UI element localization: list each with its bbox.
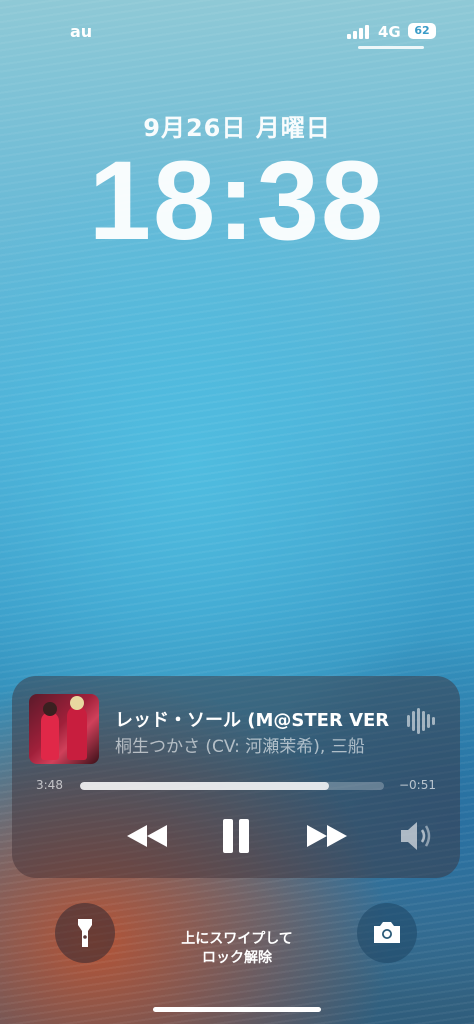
swipe-hint: 上にスワイプして ロック解除	[137, 930, 337, 968]
track-artist: 桐生つかさ (CV: 河瀬茉希), 三船	[115, 737, 365, 757]
volume-button[interactable]	[398, 816, 434, 856]
speaker-icon	[401, 822, 431, 850]
signal-icon	[347, 25, 371, 39]
focus-indicator	[358, 46, 424, 49]
rewind-button[interactable]	[125, 816, 169, 856]
home-indicator[interactable]	[153, 1007, 321, 1012]
network-type: 4G	[378, 23, 401, 41]
remaining-time: −0:51	[398, 778, 436, 792]
elapsed-time: 3:48	[36, 778, 63, 792]
album-art[interactable]	[29, 694, 99, 764]
fast-forward-icon	[307, 825, 347, 847]
carrier-label: au	[70, 22, 93, 41]
track-title: レッド・ソール (M@STER VER	[115, 710, 390, 731]
pause-button[interactable]	[216, 816, 256, 856]
rewind-icon	[127, 825, 167, 847]
battery-indicator: 62	[408, 23, 436, 39]
camera-icon	[374, 922, 400, 943]
waveform-icon[interactable]	[407, 708, 435, 734]
lock-time: 18:38	[88, 138, 386, 263]
forward-button[interactable]	[305, 816, 349, 856]
swipe-hint-line2: ロック解除	[202, 950, 272, 966]
flashlight-button[interactable]	[55, 903, 115, 963]
pause-icon	[223, 819, 249, 853]
swipe-hint-line1: 上にスワイプして	[181, 931, 293, 947]
flashlight-icon	[78, 919, 92, 947]
status-bar: au 4G 62	[0, 22, 474, 44]
progress-fill	[80, 782, 330, 790]
progress-bar[interactable]	[80, 782, 384, 790]
now-playing-widget[interactable]: レッド・ソール (M@STER VER 桐生つかさ (CV: 河瀬茉希), 三船…	[12, 676, 460, 878]
camera-button[interactable]	[357, 903, 417, 963]
